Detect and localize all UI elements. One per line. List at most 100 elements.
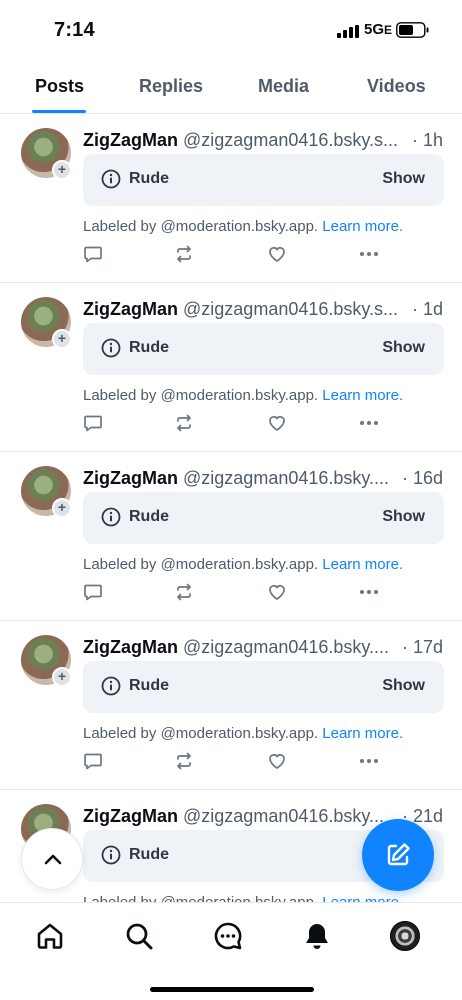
more-options-icon[interactable] <box>359 413 379 433</box>
repost-icon[interactable] <box>174 413 194 433</box>
show-button[interactable]: Show <box>382 508 425 526</box>
like-heart-icon[interactable] <box>267 244 287 264</box>
content-label: Rude <box>129 677 169 694</box>
more-options-icon[interactable] <box>359 751 379 771</box>
post-header: ZigZagMan @zigzagman0416.bsky.... <box>83 468 448 489</box>
labeled-by-label: Labeled by @moderation.bsky.app. <box>83 725 319 742</box>
reply-icon[interactable] <box>83 751 103 771</box>
content-label: Rude <box>129 846 169 863</box>
labeled-by-text: Labeled by @moderation.bsky.app. Learn m… <box>83 556 403 573</box>
author-name[interactable]: ZigZagMan <box>83 130 178 150</box>
repost-icon[interactable] <box>174 582 194 602</box>
labeled-by-text: Labeled by @moderation.bsky.app. Learn m… <box>83 387 403 404</box>
show-button[interactable]: Show <box>382 339 425 357</box>
tab-videos[interactable]: Videos <box>367 76 426 97</box>
content-warning-box[interactable]: Rude Show <box>83 154 444 206</box>
network-suffix: E <box>384 23 393 37</box>
repost-icon[interactable] <box>174 751 194 771</box>
reply-icon[interactable] <box>83 582 103 602</box>
battery-icon <box>396 22 429 38</box>
follow-button[interactable]: + <box>52 498 72 518</box>
show-button[interactable]: Show <box>382 677 425 695</box>
follow-button[interactable]: + <box>52 667 72 687</box>
post-actions <box>83 413 383 435</box>
learn-more-link[interactable]: Learn more. <box>322 387 403 404</box>
author-name[interactable]: ZigZagMan <box>83 806 178 826</box>
labeled-by-text: Labeled by @moderation.bsky.app. Learn m… <box>83 218 403 235</box>
reply-icon[interactable] <box>83 413 103 433</box>
post-item[interactable]: + ZigZagMan @zigzagman0416.bsky.s... · 1… <box>0 283 462 452</box>
author-handle[interactable]: @zigzagman0416.bsky.... <box>183 468 389 488</box>
like-heart-icon[interactable] <box>267 751 287 771</box>
post-timestamp[interactable]: · 1d <box>409 299 443 320</box>
more-options-icon[interactable] <box>359 244 379 264</box>
author-name[interactable]: ZigZagMan <box>83 299 178 319</box>
network-label: 5G <box>364 21 385 38</box>
post-item[interactable]: + ZigZagMan @zigzagman0416.bsky.s... · 1… <box>0 114 462 283</box>
info-icon <box>101 169 121 189</box>
profile-tabs: Posts Replies Media Videos <box>0 60 462 114</box>
author-name[interactable]: ZigZagMan <box>83 637 178 657</box>
tab-replies[interactable]: Replies <box>139 76 203 97</box>
post-header: ZigZagMan @zigzagman0416.bsky.s... <box>83 130 448 151</box>
post-actions <box>83 582 383 604</box>
tab-posts[interactable]: Posts <box>35 76 84 97</box>
search-icon[interactable] <box>124 921 154 951</box>
like-heart-icon[interactable] <box>267 413 287 433</box>
author-name[interactable]: ZigZagMan <box>83 468 178 488</box>
labeled-by-label: Labeled by @moderation.bsky.app. <box>83 218 319 235</box>
author-handle[interactable]: @zigzagman0416.bsky... <box>183 806 384 826</box>
chat-icon[interactable] <box>213 921 243 951</box>
post-timestamp[interactable]: · 16d <box>399 468 443 489</box>
content-label: Rude <box>129 508 169 525</box>
bottom-navigation <box>0 902 462 1000</box>
info-icon <box>101 845 121 865</box>
learn-more-link[interactable]: Learn more. <box>322 556 403 573</box>
status-time: 7:14 <box>54 19 95 41</box>
profile-avatar[interactable] <box>390 921 420 951</box>
content-warning-box[interactable]: Rude Show <box>83 492 444 544</box>
post-item[interactable]: + ZigZagMan @zigzagman0416.bsky.... · 17… <box>0 621 462 790</box>
repost-icon[interactable] <box>174 244 194 264</box>
status-bar: 7:14 5GE <box>0 0 462 58</box>
pencil-icon <box>387 843 410 866</box>
network-indicator: 5GE <box>364 21 392 38</box>
author-handle[interactable]: @zigzagman0416.bsky.s... <box>183 130 398 150</box>
content-warning-box[interactable]: Rude Show <box>83 323 444 375</box>
author-handle[interactable]: @zigzagman0416.bsky.... <box>183 637 389 657</box>
learn-more-link[interactable]: Learn more. <box>322 218 403 235</box>
info-icon <box>101 507 121 527</box>
post-item[interactable]: + ZigZagMan @zigzagman0416.bsky.... · 16… <box>0 452 462 621</box>
home-icon[interactable] <box>35 921 65 951</box>
author-handle[interactable]: @zigzagman0416.bsky.s... <box>183 299 398 319</box>
content-warning-box[interactable]: Rude Show <box>83 661 444 713</box>
show-button[interactable]: Show <box>382 170 425 188</box>
post-header: ZigZagMan @zigzagman0416.bsky.s... <box>83 299 448 320</box>
home-indicator <box>150 987 314 992</box>
post-timestamp[interactable]: · 17d <box>399 637 443 658</box>
bell-icon[interactable] <box>302 921 332 951</box>
signal-strength-icon <box>337 25 359 38</box>
follow-button[interactable]: + <box>52 160 72 180</box>
post-timestamp[interactable]: · 1h <box>409 130 443 151</box>
labeled-by-label: Labeled by @moderation.bsky.app. <box>83 387 319 404</box>
compose-post-button[interactable] <box>362 819 434 891</box>
post-actions <box>83 751 383 773</box>
info-icon <box>101 338 121 358</box>
post-header: ZigZagMan @zigzagman0416.bsky.... <box>83 637 448 658</box>
content-label: Rude <box>129 170 169 187</box>
more-options-icon[interactable] <box>359 582 379 602</box>
learn-more-link[interactable]: Learn more. <box>322 725 403 742</box>
active-tab-indicator <box>32 110 86 113</box>
reply-icon[interactable] <box>83 244 103 264</box>
like-heart-icon[interactable] <box>267 582 287 602</box>
info-icon <box>101 676 121 696</box>
labeled-by-text: Labeled by @moderation.bsky.app. Learn m… <box>83 725 403 742</box>
follow-button[interactable]: + <box>52 329 72 349</box>
tab-media[interactable]: Media <box>258 76 309 97</box>
content-label: Rude <box>129 339 169 356</box>
scroll-to-top-button[interactable] <box>21 828 83 890</box>
chevron-up-icon <box>44 854 62 865</box>
labeled-by-label: Labeled by @moderation.bsky.app. <box>83 556 319 573</box>
post-actions <box>83 244 383 266</box>
